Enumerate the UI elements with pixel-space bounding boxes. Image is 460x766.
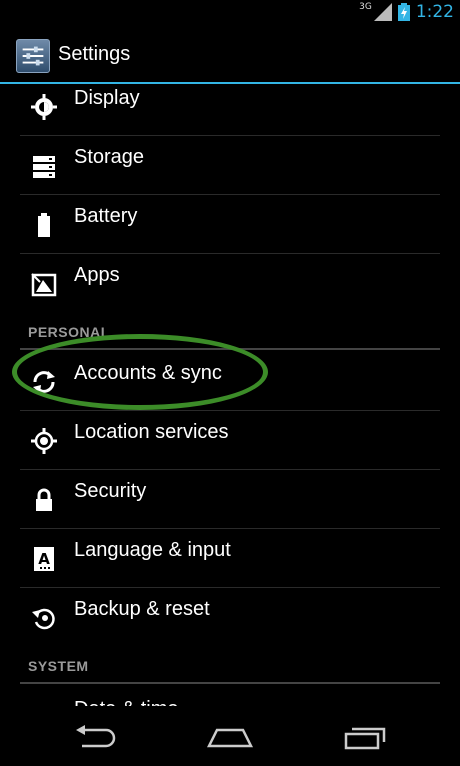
list-item-label: Location services <box>74 421 229 443</box>
list-item-label: Security <box>74 480 147 502</box>
battery-icon <box>38 213 50 237</box>
list-item-label: Language & input <box>74 539 231 561</box>
section-header-system: SYSTEM <box>28 658 89 674</box>
list-item-display[interactable]: Display <box>0 84 460 136</box>
recent-apps-icon[interactable] <box>340 722 390 752</box>
network-type: 3G <box>359 2 372 12</box>
list-item-label: Display <box>74 87 140 109</box>
list-item-label: Date & time <box>74 698 178 706</box>
lock-icon <box>36 488 52 511</box>
section-divider <box>20 682 440 684</box>
list-item-backup-reset[interactable]: Backup & reset <box>0 588 460 647</box>
list-item-label: Battery <box>74 205 138 227</box>
display-brightness-icon <box>31 94 57 120</box>
status-bar: 3G 1:22 <box>0 0 460 24</box>
list-item-label: Apps <box>74 264 120 286</box>
sliders-icon <box>22 46 44 66</box>
list-item-location-services[interactable]: Location services <box>0 411 460 470</box>
apps-icon <box>31 273 57 297</box>
list-item-storage[interactable]: Storage <box>0 136 460 195</box>
section-header-personal: PERSONAL <box>28 324 110 340</box>
list-item-apps[interactable]: Apps <box>0 254 460 313</box>
list-item-battery[interactable]: Battery <box>0 195 460 254</box>
sync-icon <box>33 371 55 393</box>
list-item-language-input[interactable]: A Language & input <box>0 529 460 588</box>
list-item-label: Accounts & sync <box>74 362 222 384</box>
navigation-bar <box>0 706 460 766</box>
list-item-label: Storage <box>74 146 145 168</box>
list-item-label: Backup & reset <box>74 598 210 620</box>
clock: 1:22 <box>415 2 454 22</box>
signal-icon <box>373 3 392 21</box>
list-item-accounts-sync[interactable]: Accounts & sync <box>0 352 460 411</box>
settings-app-icon[interactable] <box>16 39 50 73</box>
home-icon[interactable] <box>205 722 255 752</box>
list-item-date-time[interactable]: Date & time <box>0 688 460 706</box>
battery-charging-icon <box>397 3 410 21</box>
action-bar: Settings <box>0 24 460 84</box>
settings-list[interactable]: Display Storage Battery Apps PERSONAL Ac… <box>0 84 460 706</box>
page-title: Settings <box>58 43 131 65</box>
backup-icon <box>32 608 55 630</box>
storage-icon <box>33 156 55 178</box>
list-item-security[interactable]: Security <box>0 470 460 529</box>
language-icon: A <box>34 547 54 571</box>
svg-text:A: A <box>38 550 50 568</box>
location-icon <box>31 428 57 454</box>
section-divider <box>20 348 440 350</box>
back-icon[interactable] <box>70 722 120 752</box>
